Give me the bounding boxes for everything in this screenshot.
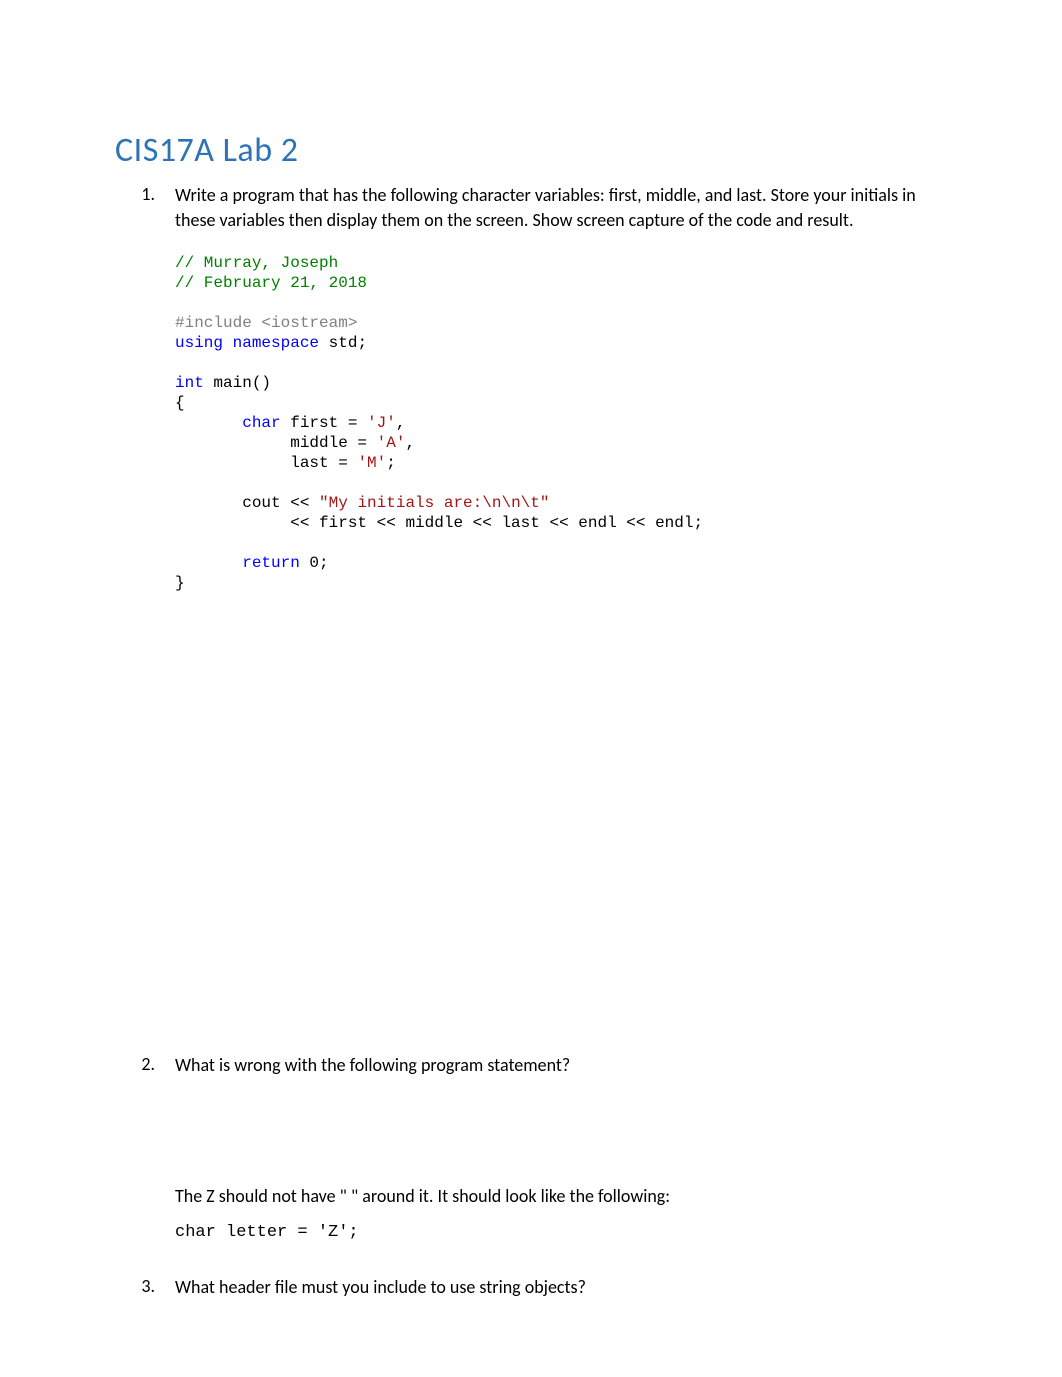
q1-number: 1. <box>115 183 175 233</box>
code-string: 'M' <box>357 454 386 472</box>
code-text: << first << middle << last << endl << en… <box>290 514 703 532</box>
code-text: std; <box>319 334 367 352</box>
q2-answer-text: The Z should not have " " around it. It … <box>175 1185 670 1207</box>
code-text: last = <box>290 454 357 472</box>
q2-text: What is wrong with the following program… <box>175 1053 947 1078</box>
code-string: "My initials are:\n\n\t" <box>319 494 549 512</box>
page-title: CIS17A Lab 2 <box>115 130 947 171</box>
code-block-1: // Murray, Joseph // February 21, 2018 #… <box>175 253 947 593</box>
question-2: 2. What is wrong with the following prog… <box>115 1053 947 1078</box>
q2-number: 2. <box>115 1053 175 1078</box>
code-string: 'J' <box>367 414 396 432</box>
q2-answer: The Z should not have " " around it. It … <box>175 1183 947 1246</box>
code-brace: } <box>175 574 185 592</box>
code-keyword: namespace <box>223 334 319 352</box>
code-text: main() <box>204 374 271 392</box>
code-text: , <box>396 414 406 432</box>
code-text: middle = <box>290 434 376 452</box>
code-keyword: using <box>175 334 223 352</box>
code-string: 'A' <box>377 434 406 452</box>
code-text: ; <box>386 454 396 472</box>
code-text: first = <box>281 414 367 432</box>
question-3: 3. What header file must you include to … <box>115 1275 947 1300</box>
question-1: 1. Write a program that has the followin… <box>115 183 947 233</box>
code-text: , <box>405 434 415 452</box>
code-comment: // February 21, 2018 <box>175 274 367 292</box>
code-type: char <box>242 414 280 432</box>
code-text: cout << <box>242 494 319 512</box>
code-brace: { <box>175 394 185 412</box>
q3-number: 3. <box>115 1275 175 1300</box>
code-comment: // Murray, Joseph <box>175 254 338 272</box>
q3-text: What header file must you include to use… <box>175 1275 947 1300</box>
code-type: int <box>175 374 204 392</box>
code-keyword: return <box>242 554 300 572</box>
q2-answer-code: char letter = 'Z'; <box>175 1220 947 1246</box>
q1-text: Write a program that has the following c… <box>175 183 947 233</box>
code-preprocessor: #include <iostream> <box>175 314 357 332</box>
code-text: 0; <box>300 554 329 572</box>
